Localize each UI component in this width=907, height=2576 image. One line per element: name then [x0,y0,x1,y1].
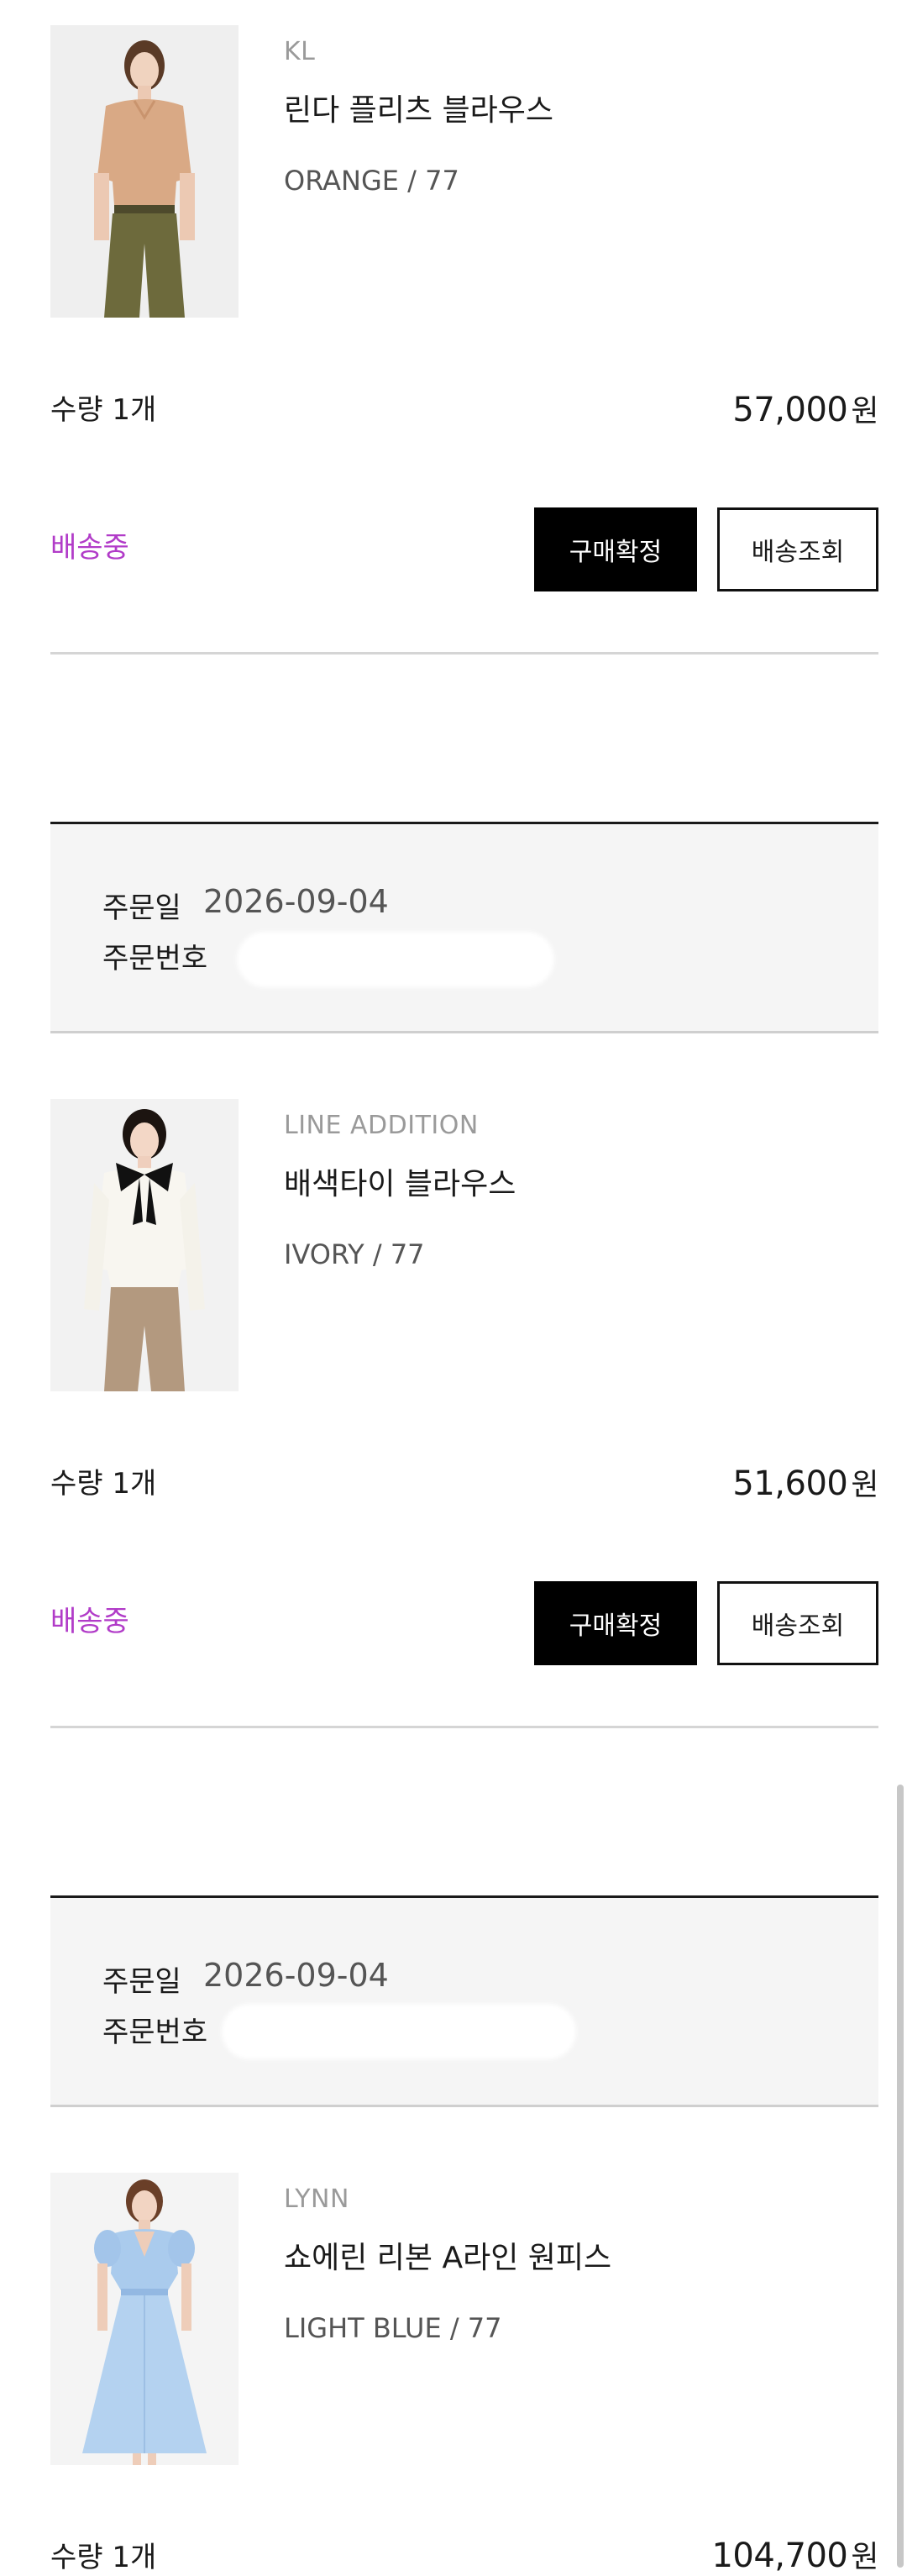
divider [50,1726,878,1728]
product-price: 57,000 원 [732,386,878,430]
price-currency: 원 [851,1468,878,1502]
dress-photo-icon [50,2173,239,2465]
order-date: 2026-09-04 [203,1957,389,1994]
product-name[interactable]: 쇼에린 리본 A라인 원피스 [284,2233,611,2277]
product-image[interactable] [50,1099,239,1391]
price-amount: 51,600 [732,1464,848,1503]
order-item: LINE ADDITION 배색타이 블라우스 IVORY / 77 수량 1개… [50,1099,878,1721]
product-image[interactable] [50,2173,239,2465]
product-option: IVORY / 77 [284,1238,425,1270]
order-header: 주문일 2026-09-04 주문번호 [50,822,878,1033]
scrollbar[interactable] [897,1785,904,2568]
blouse-photo-icon [50,1099,239,1391]
product-brand: LYNN [284,2184,349,2214]
product-quantity: 수량 1개 [50,393,157,427]
product-name[interactable]: 린다 플리츠 블라우스 [284,86,553,129]
track-delivery-button[interactable]: 배송조회 [717,507,878,591]
order-number-label: 주문번호 [102,2016,208,2049]
order-date-label: 주문일 [102,1965,181,1999]
product-option: LIGHT BLUE / 77 [284,2312,502,2344]
order-item: LYNN 쇼에린 리본 A라인 원피스 LIGHT BLUE / 77 수량 1… [50,2173,878,2575]
delivery-status: 배송중 [50,531,129,565]
order-date-label: 주문일 [102,891,181,925]
product-option: ORANGE / 77 [284,165,459,197]
product-image[interactable] [50,25,239,318]
order-item: KL 린다 플리츠 블라우스 ORANGE / 77 수량 1개 57,000 원… [50,25,878,647]
confirm-purchase-button[interactable]: 구매확정 [534,1581,697,1665]
price-currency: 원 [851,2540,878,2574]
divider [50,652,878,655]
product-price: 51,600 원 [732,1460,878,1504]
track-delivery-button[interactable]: 배송조회 [717,1581,878,1665]
product-name[interactable]: 배색타이 블라우스 [284,1159,516,1203]
order-number-redacted [237,932,554,987]
order-list-page: KL 린다 플리츠 블라우스 ORANGE / 77 수량 1개 57,000 원… [0,0,907,2575]
order-date: 2026-09-04 [203,883,389,920]
price-currency: 원 [851,394,878,428]
order-header: 주문일 2026-09-04 주문번호 [50,1895,878,2107]
delivery-status: 배송중 [50,1605,129,1638]
product-quantity: 수량 1개 [50,2541,157,2574]
product-brand: LINE ADDITION [284,1111,479,1140]
price-amount: 57,000 [732,391,848,429]
product-brand: KL [284,37,316,66]
blouse-photo-icon [50,25,239,318]
order-number-redacted [222,2004,576,2059]
product-price: 104,700 원 [711,2532,878,2576]
product-quantity: 수량 1개 [50,1467,157,1501]
order-number-label: 주문번호 [102,942,208,975]
price-amount: 104,700 [711,2537,848,2575]
confirm-purchase-button[interactable]: 구매확정 [534,507,697,591]
